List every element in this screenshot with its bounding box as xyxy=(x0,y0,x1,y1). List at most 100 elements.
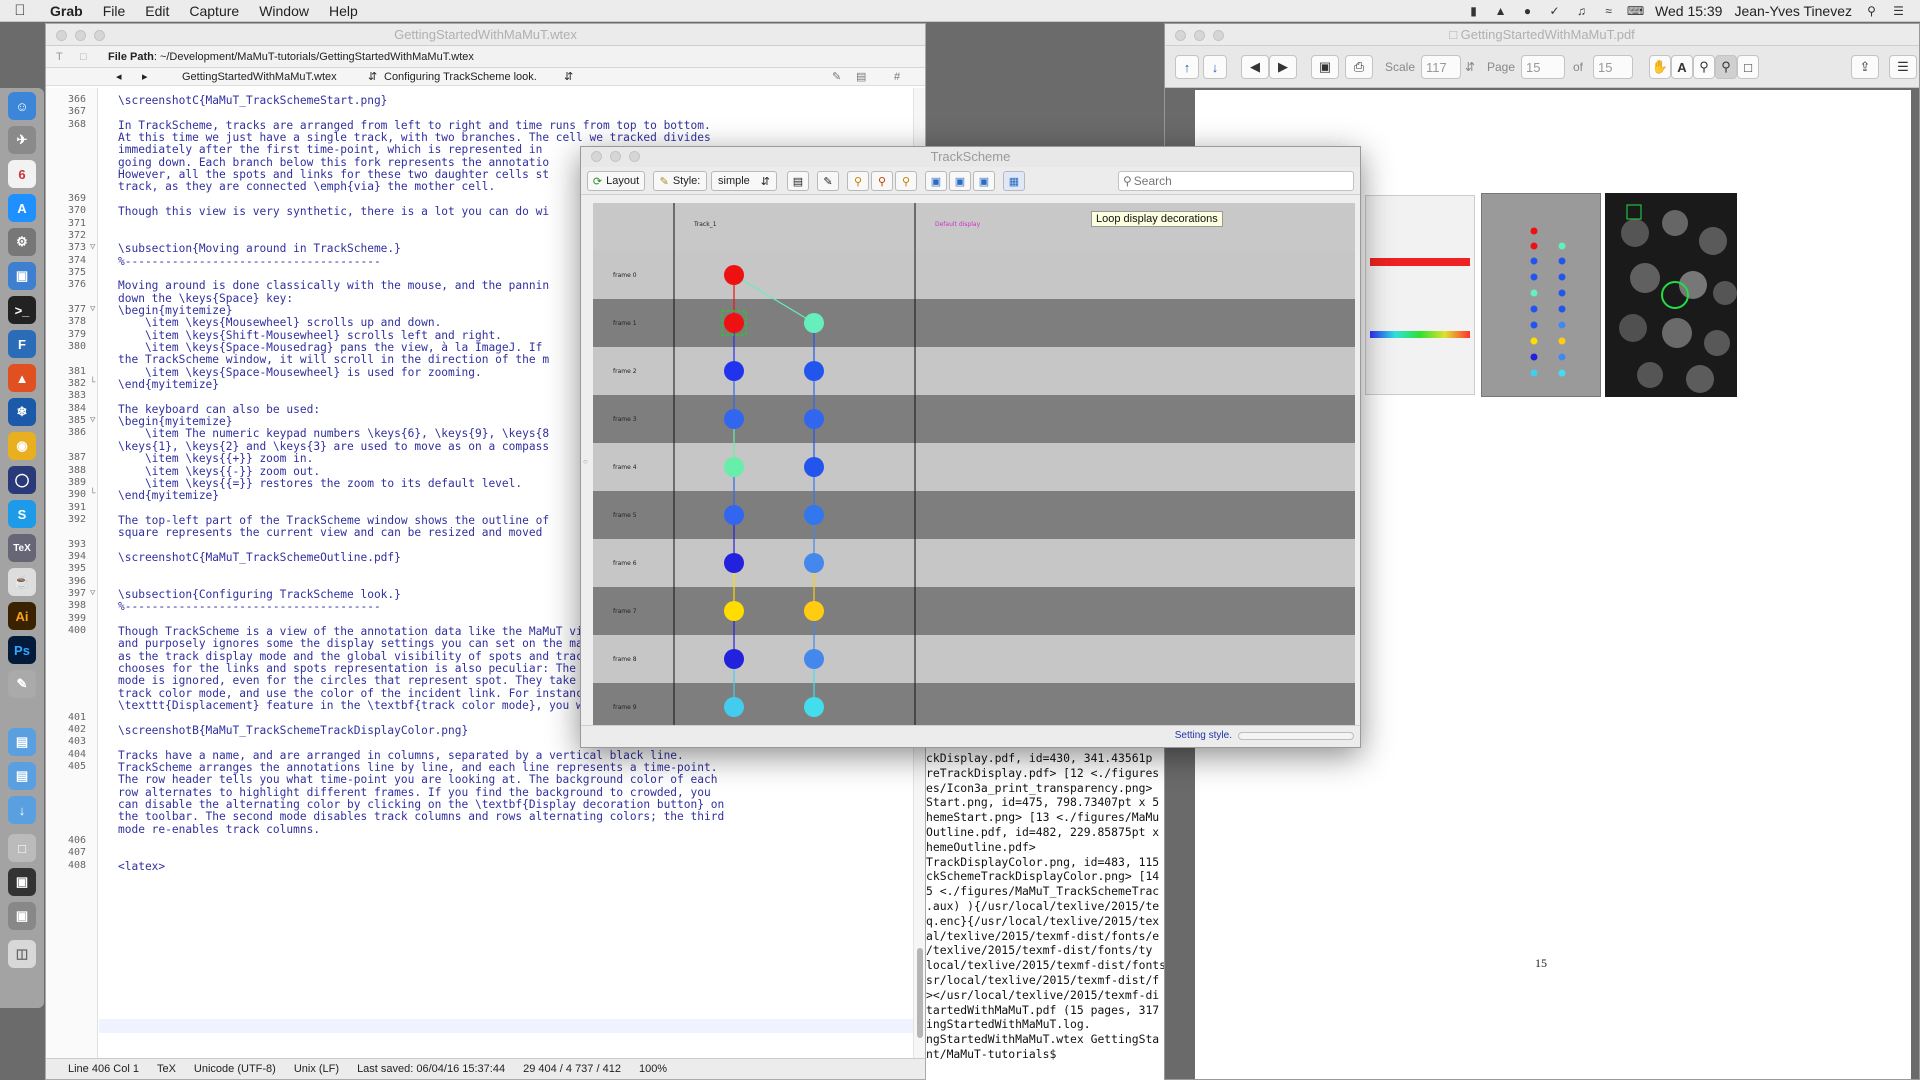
minimize-button[interactable] xyxy=(75,30,86,41)
trackscheme-graph[interactable]: frame 0 frame 1 frame 2 frame 3 frame 4 frame… xyxy=(593,203,1355,725)
file-selector-arrows-icon[interactable]: ⇵ xyxy=(368,68,377,86)
notes-icon[interactable]: ▮ xyxy=(1466,3,1481,18)
launchpad-icon[interactable]: ✈ xyxy=(8,126,36,154)
scale-stepper-icon[interactable]: ⇵ xyxy=(1465,60,1475,74)
back-icon[interactable]: ◂ xyxy=(116,68,122,86)
clock[interactable]: Wed 15:39 xyxy=(1655,3,1722,19)
menu-file[interactable]: File xyxy=(93,3,136,19)
trackscheme-graph-svg[interactable]: frame 0 frame 1 frame 2 frame 3 frame 4 frame… xyxy=(593,203,1355,725)
menu-help[interactable]: Help xyxy=(319,3,368,19)
downloads-folder-icon[interactable]: ↓ xyxy=(8,796,36,824)
track-spot[interactable] xyxy=(804,361,824,381)
scroll-thumb[interactable] xyxy=(917,948,923,1038)
skype-icon[interactable]: S xyxy=(8,500,36,528)
sidebar-icon[interactable]: ☰ xyxy=(1889,55,1917,79)
fiji-icon[interactable]: F xyxy=(8,330,36,358)
terminal-window[interactable]: ckDisplay.pdf, id=430, 341.43561p reTrack… xyxy=(926,745,1166,1080)
track-spot[interactable] xyxy=(804,457,824,477)
calendar-icon[interactable]: 6 xyxy=(8,160,36,188)
zoom-tool-icon[interactable]: ⚲ xyxy=(1693,55,1715,79)
upload-icon[interactable]: ▲ xyxy=(1493,3,1508,18)
drop-icon[interactable]: ● xyxy=(1520,3,1535,18)
list-icon[interactable]: ☰ xyxy=(1891,3,1906,18)
tex-icon[interactable]: TeX xyxy=(8,534,36,562)
pencil-icon[interactable]: ✎ xyxy=(832,68,841,86)
track-spot[interactable] xyxy=(724,313,744,333)
menu-app-grab[interactable]: Grab xyxy=(40,3,93,19)
scale-field[interactable]: 117 xyxy=(1421,55,1461,79)
save-icon[interactable]: ▣ xyxy=(973,171,995,191)
split-handle[interactable]: ○ xyxy=(583,457,588,466)
track-spot[interactable] xyxy=(724,697,744,717)
zoom-button[interactable] xyxy=(94,30,105,41)
next-page-arrow-icon[interactable]: ↓ xyxy=(1203,55,1227,79)
fold-toggle-icon[interactable]: ▽ xyxy=(90,588,95,598)
pdf-close-button[interactable] xyxy=(1175,30,1186,41)
wifi-icon[interactable]: ≈ xyxy=(1601,3,1616,18)
matlab-icon[interactable]: ▲ xyxy=(8,364,36,392)
status-line-endings[interactable]: Unix (LF) xyxy=(294,1059,339,1079)
check-icon[interactable]: ✓ xyxy=(1547,3,1562,18)
previous-page-arrow-icon[interactable]: ↑ xyxy=(1175,55,1199,79)
fold-toggle-icon[interactable]: ▽ xyxy=(90,304,95,314)
documents-folder-icon[interactable]: ▤ xyxy=(8,762,36,790)
magnifier-tool-icon[interactable]: ⚲ xyxy=(1715,55,1737,79)
fold-toggle-icon[interactable]: ▽ xyxy=(90,242,95,252)
preview-icon[interactable]: ▣ xyxy=(8,262,36,290)
photoshop-icon[interactable]: Ps xyxy=(8,636,36,664)
screenshot-stack-icon[interactable]: ▣ xyxy=(8,902,36,930)
menu-capture[interactable]: Capture xyxy=(179,3,249,19)
app-store-icon[interactable]: A xyxy=(8,194,36,222)
pdf-zoom-button[interactable] xyxy=(1213,30,1224,41)
zoom-in-icon[interactable]: ⚲ xyxy=(847,171,869,191)
status-zoom[interactable]: 100% xyxy=(639,1059,667,1079)
outline-toggle-icon[interactable]: ▤ xyxy=(787,171,809,191)
text-tool-icon[interactable]: A xyxy=(1671,55,1693,79)
track-spot[interactable] xyxy=(724,505,744,525)
java-icon[interactable]: ☕ xyxy=(8,568,36,596)
reset-zoom-icon[interactable]: ⚲ xyxy=(895,171,917,191)
network-icon[interactable]: ❄ xyxy=(8,398,36,426)
finder-icon[interactable]: ☺ xyxy=(8,92,36,120)
menu-edit[interactable]: Edit xyxy=(135,3,179,19)
user-name[interactable]: Jean-Yves Tinevez xyxy=(1734,3,1852,19)
image-stack-icon[interactable]: ▣ xyxy=(8,868,36,896)
status-encoding[interactable]: Unicode (UTF-8) xyxy=(194,1059,276,1079)
apple-menu-icon[interactable]:  xyxy=(0,2,40,19)
style-select[interactable]: simple ⇵ xyxy=(711,171,777,191)
select-tool-icon[interactable]: □ xyxy=(1737,55,1759,79)
capture-icon[interactable]: ▣ xyxy=(925,171,947,191)
utility-icon[interactable]: ✎ xyxy=(8,670,36,698)
track-spot[interactable] xyxy=(724,361,744,381)
hand-tool-icon[interactable]: ✋ xyxy=(1649,55,1671,79)
ts-close-button[interactable] xyxy=(591,151,602,162)
forward-icon[interactable]: ▸ xyxy=(142,68,148,86)
search-icon[interactable]: ⚲ xyxy=(1864,3,1879,18)
track-spot[interactable] xyxy=(724,265,744,285)
export-icon[interactable]: ▣ xyxy=(949,171,971,191)
page-field[interactable]: 15 xyxy=(1521,55,1565,79)
style-button[interactable]: ✎ Style: xyxy=(653,171,707,191)
image-icon[interactable]: ▣ xyxy=(1311,55,1339,79)
layout-button[interactable]: ⟳ Layout xyxy=(587,171,645,191)
ts-minimize-button[interactable] xyxy=(610,151,621,162)
track-spot[interactable] xyxy=(724,601,744,621)
track-spot[interactable] xyxy=(804,601,824,621)
print-icon[interactable]: ⎙ xyxy=(1345,55,1373,79)
system-preferences-icon[interactable]: ⚙ xyxy=(8,228,36,256)
share-icon[interactable]: ⇪ xyxy=(1851,55,1879,79)
zoom-out-icon[interactable]: ⚲ xyxy=(871,171,893,191)
status-syntax[interactable]: TeX xyxy=(157,1059,176,1079)
eclipse-icon[interactable]: ◯ xyxy=(8,466,36,494)
edit-icon[interactable]: ✎ xyxy=(817,171,839,191)
hash-icon[interactable]: # xyxy=(894,68,900,86)
terminal-icon[interactable]: >_ xyxy=(8,296,36,324)
track-spot[interactable] xyxy=(804,553,824,573)
pdf-minimize-button[interactable] xyxy=(1194,30,1205,41)
track-spot[interactable] xyxy=(804,409,824,429)
back-icon[interactable]: ◀ xyxy=(1241,55,1269,79)
section-selector-arrows-icon[interactable]: ⇵ xyxy=(564,68,573,86)
keyboard-icon[interactable]: ⌨ xyxy=(1627,3,1644,18)
track-spot[interactable] xyxy=(724,649,744,669)
section-selector[interactable]: Configuring TrackScheme look. xyxy=(384,68,537,86)
